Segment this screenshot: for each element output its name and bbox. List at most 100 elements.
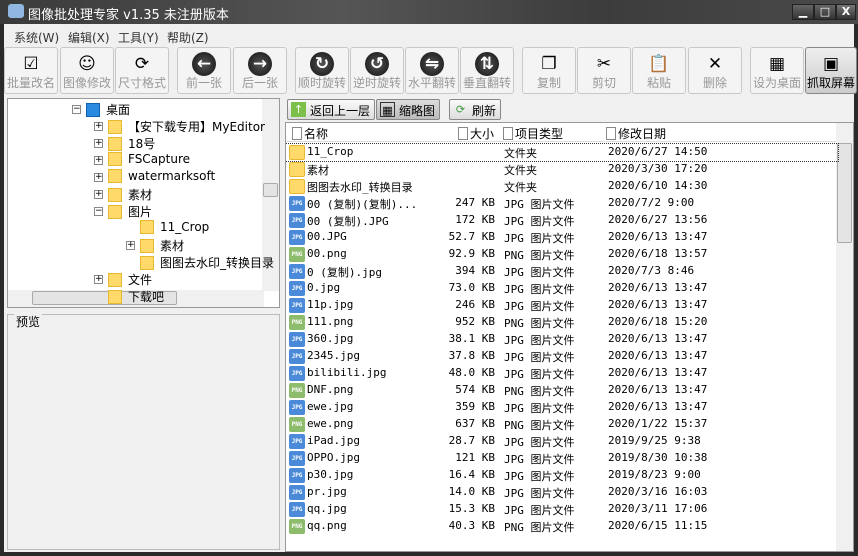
toolbar-button-portrait[interactable]: ☺ 图像修改 (60, 47, 114, 94)
file-size: 28.7 KB (448, 434, 495, 447)
expand-icon[interactable]: + (94, 173, 103, 182)
menu-item[interactable]: 系统(W) (14, 29, 59, 46)
column-date[interactable]: 修改日期 (606, 125, 666, 142)
tree-item[interactable]: 18号 (108, 135, 155, 152)
file-name: iPad.jpg (307, 434, 360, 447)
maximize-button[interactable]: □ (814, 4, 836, 20)
column-type[interactable]: 项目类型 (503, 125, 563, 142)
file-row[interactable]: PNG qq.png 40.3 KB PNG 图片文件 2020/6/15 11:15 (286, 518, 838, 535)
close-button[interactable]: X (836, 4, 856, 20)
file-list-scrollbar[interactable] (836, 123, 853, 551)
expand-icon[interactable]: + (94, 122, 103, 131)
file-date: 2020/7/2 9:00 (608, 196, 695, 209)
file-row[interactable]: PNG 00.png 92.9 KB PNG 图片文件 2020/6/18 13:57 (286, 246, 838, 263)
tree-item[interactable]: 桌面 (86, 101, 130, 118)
folder-tree[interactable]: − 桌面 + 【安下载专用】MyEditor +18号 + FSCapture + waterm… (7, 98, 280, 308)
file-row[interactable]: JPG 360.jpg 38.1 KB JPG 图片文件 2020/6/13 13:47 (286, 331, 838, 348)
toolbar-button-rename[interactable]: ☑ 批量改名 (4, 47, 58, 94)
tree-item-label: FSCapture (128, 152, 191, 166)
file-row[interactable]: JPG bilibili.jpg 48.0 KB JPG 图片文件 2020/6/13 … (286, 365, 838, 382)
expand-icon[interactable]: + (94, 156, 103, 165)
toolbar-button-arrow-right[interactable]: → 后一张 (233, 47, 287, 94)
file-date: 2020/3/16 16:03 (608, 485, 708, 498)
toolbar-button-flip-horizontal[interactable]: ⇋ 水平翻转 (405, 47, 459, 94)
file-row[interactable]: JPG 11p.jpg 246 KB JPG 图片文件 2020/6/13 13:47 (286, 297, 838, 314)
toolbar-button-screenshot[interactable]: ▣ 抓取屏幕 (805, 47, 857, 94)
file-row[interactable]: JPG 00.JPG 52.7 KB JPG 图片文件 2020/6/13 13:47 (286, 229, 838, 246)
minimize-button[interactable]: ▁ (792, 4, 814, 20)
file-date: 2020/6/13 13:47 (608, 298, 708, 311)
toolbar-button-paste[interactable]: 📋 粘贴 (632, 47, 686, 94)
tree-item[interactable]: 图片 (108, 203, 152, 220)
file-row[interactable]: JPG 00 (复制)(复制)... 247 KB JPG 图片文件 2020/7/2 … (286, 195, 838, 212)
expand-icon[interactable]: + (94, 275, 103, 284)
thumbnail-icon: ▦ (380, 102, 395, 117)
toolbar-button-resize[interactable]: ⟳ 尺寸格式 (115, 47, 169, 94)
file-row[interactable]: 素材 文件夹 2020/3/30 17:20 (286, 161, 838, 178)
toolbar-button-copy[interactable]: ❐ 复制 (522, 47, 576, 94)
toolbar-button-label: 后一张 (241, 76, 278, 90)
file-date: 2020/6/13 13:47 (608, 281, 708, 294)
refresh-icon: ⟳ (455, 103, 466, 116)
toolbar-button-arrow-left[interactable]: ← 前一张 (177, 47, 231, 94)
toolbar-button-label: 尺寸格式 (117, 76, 166, 90)
file-row[interactable]: JPG p30.jpg 16.4 KB JPG 图片文件 2019/8/23 9:00 (286, 467, 838, 484)
tree-item-label: 下载吧 (128, 290, 165, 304)
toolbar-button-label: 图像修改 (62, 76, 111, 90)
expand-icon[interactable]: + (94, 139, 103, 148)
file-name: 图图去水印_转换目录 (307, 181, 413, 194)
up-level-button[interactable]: ↑ 返回上一层 (287, 99, 376, 120)
file-row[interactable]: JPG OPPO.jpg 121 KB JPG 图片文件 2019/8/30 10:38 (286, 450, 838, 467)
file-row[interactable]: JPG 0.jpg 73.0 KB JPG 图片文件 2020/6/13 13:47 (286, 280, 838, 297)
file-row[interactable]: 11_Crop 文件夹 2020/6/27 14:50 (286, 143, 839, 162)
refresh-button[interactable]: ⟳ 刷新 (449, 99, 502, 120)
tree-item[interactable]: 图图去水印_转换目录 (140, 254, 274, 271)
file-row[interactable]: JPG qq.jpg 15.3 KB JPG 图片文件 2020/3/11 17:06 (286, 501, 838, 518)
client-area: 系统(W) 编辑(X) 工具(Y) 帮助(Z) ☑ 批量改名 ☺ 图像修改 ⟳ 尺寸格式 ← 前一张… (4, 24, 857, 552)
menu-item[interactable]: 工具(Y) (118, 29, 159, 46)
toolbar-button-scissors[interactable]: ✂ 剪切 (577, 47, 631, 94)
paste-icon: 📋 (648, 54, 670, 74)
rotate-ccw-icon: ↺ (365, 52, 389, 76)
file-list[interactable]: 名称 大小 项目类型 修改日期 11_Crop 文件夹 2020/6/27 14:5… (285, 122, 854, 552)
jpg-file-icon: JPG (289, 213, 305, 228)
tree-item[interactable]: watermarksoft (108, 169, 215, 186)
expand-icon[interactable]: + (126, 241, 135, 250)
file-row[interactable]: JPG 2345.jpg 37.8 KB JPG 图片文件 2020/6/13 13:4… (286, 348, 838, 365)
file-row[interactable]: JPG iPad.jpg 28.7 KB JPG 图片文件 2019/9/25 9:38 (286, 433, 838, 450)
thumbnail-button[interactable]: ▦ 缩略图 (376, 99, 441, 120)
file-row[interactable]: JPG ewe.jpg 359 KB JPG 图片文件 2020/6/13 13:47 (286, 399, 838, 416)
file-row[interactable]: JPG 00 (复制).JPG 172 KB JPG 图片文件 2020/6/27 13… (286, 212, 838, 229)
file-type: 文件夹 (504, 181, 537, 194)
column-icon (458, 127, 468, 140)
tree-item[interactable]: 素材 (108, 186, 152, 203)
menu-item[interactable]: 帮助(Z) (167, 29, 209, 46)
toolbar-button-wallpaper[interactable]: ▦ 设为桌面 (750, 47, 804, 94)
toolbar-button-delete[interactable]: ✕ 删除 (688, 47, 742, 94)
collapse-icon[interactable]: − (94, 207, 103, 216)
tree-item[interactable]: 素材 (140, 237, 184, 254)
column-name[interactable]: 名称 (292, 125, 328, 142)
file-row[interactable]: PNG DNF.png 574 KB PNG 图片文件 2020/6/13 13:47 (286, 382, 838, 399)
tree-item[interactable]: 11_Crop (140, 220, 209, 237)
toolbar-button-rotate-cw[interactable]: ↻ 顺时旋转 (295, 47, 349, 94)
tree-item-label: 文件 (128, 273, 153, 287)
tree-item-label: 图片 (128, 205, 153, 219)
tree-item[interactable]: FSCapture (108, 152, 190, 169)
file-row[interactable]: JPG pr.jpg 14.0 KB JPG 图片文件 2020/3/16 16:03 (286, 484, 838, 501)
tree-item[interactable]: 【安下载专用】MyEditor (108, 118, 265, 135)
tree-item[interactable]: 下载吧 (108, 288, 164, 305)
file-row[interactable]: 图图去水印_转换目录 文件夹 2020/6/10 14:30 (286, 178, 838, 195)
expand-icon[interactable]: + (94, 190, 103, 199)
toolbar-button-rotate-ccw[interactable]: ↺ 逆时旋转 (350, 47, 404, 94)
file-type: JPG 图片文件 (504, 283, 575, 296)
tree-item[interactable]: 文件 (108, 271, 152, 288)
collapse-icon[interactable]: − (72, 105, 81, 114)
column-size[interactable]: 大小 (458, 125, 494, 142)
toolbar-button-flip-vertical[interactable]: ⇅ 垂直翻转 (460, 47, 514, 94)
file-name: 00.png (307, 247, 347, 260)
file-row[interactable]: JPG 0 (复制).jpg 394 KB JPG 图片文件 2020/7/3 8:46 (286, 263, 838, 280)
file-row[interactable]: PNG ewe.png 637 KB PNG 图片文件 2020/1/22 15:37 (286, 416, 838, 433)
file-row[interactable]: PNG 111.png 952 KB PNG 图片文件 2020/6/18 15:20 (286, 314, 838, 331)
menu-item[interactable]: 编辑(X) (68, 29, 110, 46)
